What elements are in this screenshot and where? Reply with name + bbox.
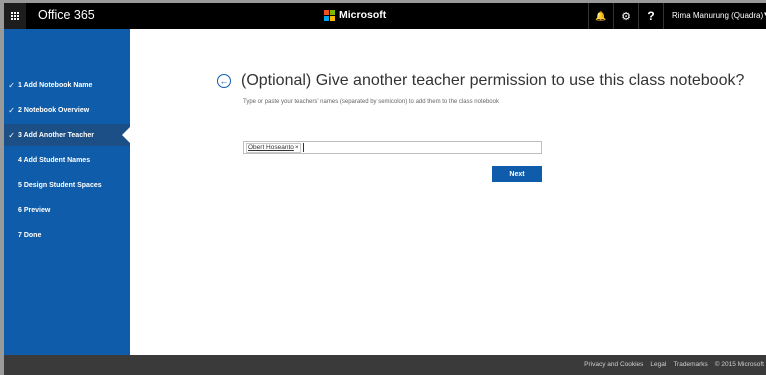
main-content: ← (Optional) Give another teacher permis… — [130, 29, 766, 355]
toolbar-divider — [588, 3, 589, 29]
footer-link-trademarks[interactable]: Trademarks — [673, 361, 707, 368]
teacher-chip[interactable]: Obert Hoseanto × — [246, 142, 301, 153]
step-notebook-overview[interactable]: ✓ 2 Notebook Overview — [4, 99, 130, 121]
close-icon[interactable]: × — [295, 144, 299, 151]
step-add-student-names[interactable]: 4 Add Student Names — [4, 149, 130, 171]
step-label: 2 Notebook Overview — [18, 106, 90, 114]
step-label: 3 Add Another Teacher — [18, 131, 94, 139]
footer-link-privacy[interactable]: Privacy and Cookies — [584, 361, 643, 368]
brand-name: Microsoft — [339, 9, 387, 21]
checkmark-icon: ✓ — [8, 80, 15, 90]
user-menu[interactable]: Rima Manurung (Quadra) — [672, 11, 763, 20]
page-title: (Optional) Give another teacher permissi… — [241, 72, 745, 89]
toolbar-divider — [638, 3, 639, 29]
checkmark-icon: ✓ — [8, 105, 15, 115]
copyright-text: © 2015 Microsoft — [714, 361, 764, 368]
help-button[interactable]: ? — [640, 3, 662, 29]
toolbar-divider — [613, 3, 614, 29]
microsoft-logo-icon — [324, 9, 335, 21]
microsoft-brand: Microsoft — [324, 9, 386, 21]
next-button[interactable]: Next — [492, 166, 542, 182]
step-label: 4 Add Student Names — [18, 156, 91, 164]
top-bar: Office 365 Microsoft 🔔 ⚙ ? Rima Manurung… — [4, 3, 766, 29]
back-button[interactable]: ← — [217, 74, 231, 88]
gear-icon: ⚙ — [621, 10, 631, 23]
app-launcher-icon — [11, 12, 19, 20]
app-launcher-button[interactable] — [4, 3, 26, 29]
bell-icon: 🔔 — [595, 10, 607, 21]
step-add-another-teacher[interactable]: ✓ 3 Add Another Teacher — [4, 124, 130, 146]
teacher-chip-name: Obert Hoseanto — [248, 144, 294, 151]
checkmark-icon: ✓ — [8, 130, 15, 140]
teacher-names-input[interactable]: Obert Hoseanto × — [243, 141, 542, 154]
step-label: 1 Add Notebook Name — [18, 81, 93, 89]
step-label: 5 Design Student Spaces — [18, 181, 102, 189]
text-cursor — [302, 143, 304, 152]
arrow-left-icon: ← — [219, 75, 229, 86]
notifications-button[interactable]: 🔔 — [590, 3, 612, 29]
toolbar-divider — [663, 3, 664, 29]
help-icon: ? — [647, 9, 655, 23]
app-title[interactable]: Office 365 — [38, 8, 95, 22]
instructions-text: Type or paste your teachers' names (sepa… — [243, 99, 499, 105]
step-preview[interactable]: 6 Preview — [4, 199, 130, 221]
footer-link-legal[interactable]: Legal — [650, 361, 666, 368]
wizard-sidebar: ✓ 1 Add Notebook Name ✓ 2 Notebook Overv… — [4, 29, 130, 355]
step-done[interactable]: 7 Done — [4, 224, 130, 246]
footer: Privacy and Cookies Legal Trademarks © 2… — [4, 355, 766, 375]
step-add-notebook-name[interactable]: ✓ 1 Add Notebook Name — [4, 74, 130, 96]
step-design-student-spaces[interactable]: 5 Design Student Spaces — [4, 174, 130, 196]
settings-button[interactable]: ⚙ — [615, 3, 637, 29]
step-label: 6 Preview — [18, 206, 51, 214]
step-label: 7 Done — [18, 231, 42, 239]
